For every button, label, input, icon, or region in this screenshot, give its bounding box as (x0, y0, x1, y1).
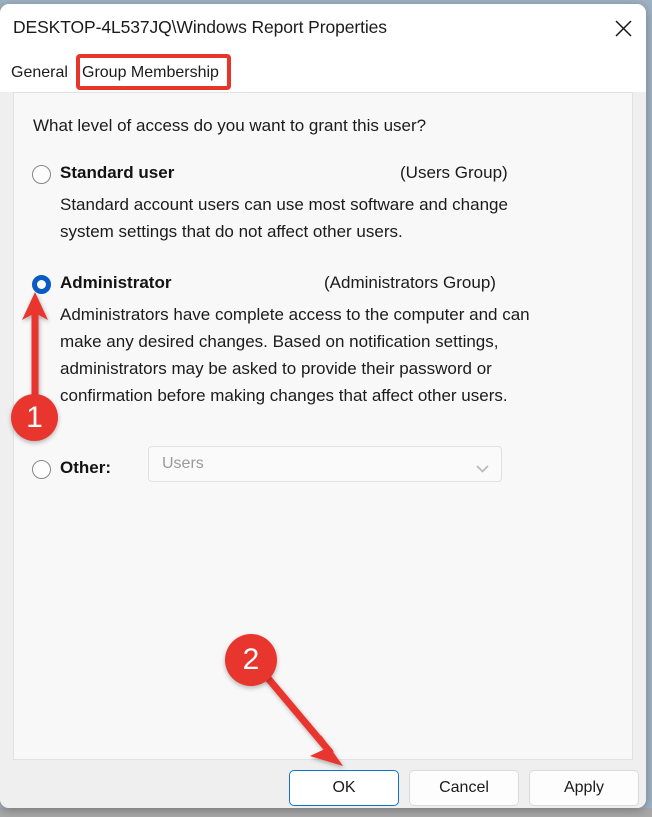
cancel-button[interactable]: Cancel (409, 770, 519, 806)
ok-button[interactable]: OK (289, 770, 399, 806)
other-label: Other: (60, 458, 111, 477)
properties-dialog: DESKTOP-4L537JQ\Windows Report Propertie… (0, 4, 646, 808)
tab-strip: General Group Membership (0, 52, 646, 92)
chevron-down-icon (476, 460, 489, 478)
administrator-description: Administrators have complete access to t… (60, 305, 530, 405)
administrator-group-label: (Administrators Group) (324, 273, 496, 292)
standard-user-description: Standard account users can use most soft… (60, 195, 508, 241)
tab-general-label: General (11, 64, 68, 81)
taskbar-strip (0, 808, 652, 817)
apply-button-label: Apply (563, 779, 605, 796)
tab-general[interactable]: General (11, 58, 68, 88)
radio-other[interactable] (32, 460, 51, 479)
standard-user-group-label: (Users Group) (400, 163, 508, 182)
dialog-title: DESKTOP-4L537JQ\Windows Report Propertie… (13, 17, 387, 37)
other-group-select[interactable]: Users (148, 446, 502, 482)
radio-standard-user[interactable] (32, 165, 51, 184)
apply-button[interactable]: Apply (529, 770, 639, 806)
cancel-button-label: Cancel (439, 779, 489, 796)
standard-user-label: Standard user (60, 163, 175, 182)
administrator-label: Administrator (60, 273, 172, 292)
tab-group-membership-label: Group Membership (82, 64, 219, 81)
dialog-footer: OK Cancel Apply (0, 760, 646, 808)
access-level-prompt: What level of access do you want to gran… (33, 116, 427, 135)
title-bar: DESKTOP-4L537JQ\Windows Report Propertie… (0, 4, 646, 52)
ok-button-label: OK (332, 779, 356, 796)
other-group-select-value: Users (162, 455, 204, 472)
close-icon[interactable] (600, 4, 646, 52)
tab-group-membership[interactable]: Group Membership (82, 58, 219, 88)
content-panel: What level of access do you want to gran… (13, 92, 633, 760)
radio-administrator[interactable] (32, 275, 51, 294)
